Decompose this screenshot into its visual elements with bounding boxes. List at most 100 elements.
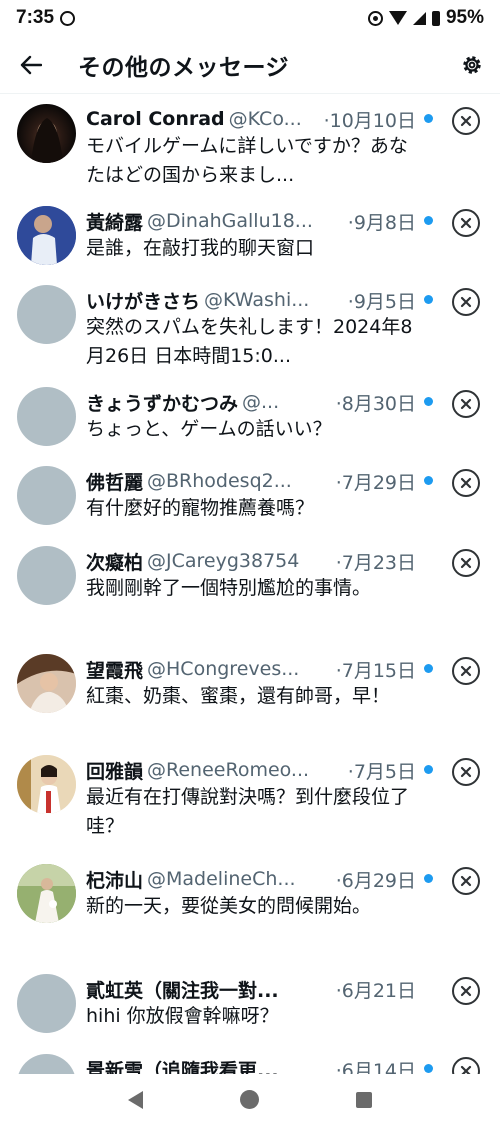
message-date: ·10月10日 bbox=[323, 109, 416, 132]
avatar-placeholder bbox=[17, 466, 76, 525]
close-icon bbox=[460, 296, 472, 308]
sender-name: 次癡柏 bbox=[86, 551, 144, 574]
message-row[interactable]: 貳虹英（關注我一對... ·6月21日 hihi 你放假會幹嘛呀？ bbox=[0, 964, 500, 1044]
dismiss-button[interactable] bbox=[452, 758, 480, 786]
avatar-photo bbox=[17, 864, 76, 923]
avatar-placeholder bbox=[17, 974, 76, 1033]
sender-handle: @KWashi... bbox=[204, 289, 310, 311]
back-arrow-icon bbox=[20, 55, 42, 74]
avatar-placeholder bbox=[17, 387, 76, 446]
message-row[interactable]: 望霞飛 @HCongreves... ·7月15日 紅棗、奶棗、蜜棗，還有帥哥，… bbox=[0, 644, 500, 745]
dismiss-button[interactable] bbox=[452, 209, 480, 237]
nav-recents-icon[interactable] bbox=[355, 1091, 372, 1108]
dismiss-button[interactable] bbox=[452, 288, 480, 316]
message-preview: 突然のスパムを失礼します！2024年8月26日 日本時間15:0... bbox=[86, 316, 413, 367]
nav-back-icon[interactable] bbox=[128, 1090, 144, 1109]
system-nav-bar bbox=[0, 1074, 500, 1125]
message-date: ·6月14日 bbox=[335, 1059, 416, 1075]
unread-dot bbox=[424, 114, 433, 123]
signal-icon bbox=[412, 11, 426, 25]
unread-dot bbox=[424, 664, 433, 673]
sender-handle: @MadelineCh... bbox=[147, 868, 296, 890]
message-preview: 最近有在打傳說對決嗎？到什麼段位了哇？ bbox=[86, 786, 410, 837]
message-request-list[interactable]: Carol Conrad @KCo... ·10月10日 モバイルゲームに詳しい… bbox=[0, 94, 500, 1074]
sender-handle: @BRhodesq2... bbox=[147, 470, 292, 492]
sender-handle: @HCongreves... bbox=[147, 658, 300, 680]
unread-dot bbox=[424, 216, 433, 225]
back-button[interactable] bbox=[0, 36, 62, 94]
dismiss-button[interactable] bbox=[452, 469, 480, 497]
row-header: 貳虹英（關注我一對... ·6月21日 bbox=[86, 976, 416, 1002]
unread-dot bbox=[424, 295, 433, 304]
message-row[interactable]: 杞沛山 @MadelineCh... ·6月29日 新的一天，要從美女的問候開始… bbox=[0, 854, 500, 964]
avatar bbox=[17, 864, 76, 923]
dismiss-button[interactable] bbox=[452, 1057, 480, 1074]
dismiss-button[interactable] bbox=[452, 107, 480, 135]
message-row[interactable]: 次癡柏 @JCareyg38754 ·7月23日 我剛剛幹了一個特別尷尬的事情。 bbox=[0, 536, 500, 644]
row-header: 杞沛山 @MadelineCh... ·6月29日 bbox=[86, 866, 416, 892]
sender-name: 黃綺露 bbox=[86, 211, 144, 234]
unread-dot bbox=[424, 1064, 433, 1073]
close-icon bbox=[460, 875, 472, 887]
sender-handle: @ReneeRomeo... bbox=[147, 759, 310, 781]
message-preview: 我剛剛幹了一個特別尷尬的事情。 bbox=[86, 577, 372, 599]
avatar-photo bbox=[31, 118, 63, 163]
dismiss-button[interactable] bbox=[452, 657, 480, 685]
alarm-icon bbox=[60, 10, 76, 26]
sender-name: 回雅韻 bbox=[86, 760, 144, 783]
message-date: ·9月5日 bbox=[347, 290, 416, 313]
row-header: Carol Conrad @KCo... ·10月10日 bbox=[86, 106, 416, 132]
sender-handle: @... bbox=[242, 391, 280, 413]
avatar bbox=[17, 1054, 76, 1074]
sender-name: 景新雪（追隨我看更... bbox=[86, 1059, 279, 1075]
message-row[interactable]: 佛哲麗 @BRhodesq2... ·7月29日 有什麼好的寵物推薦養嗎？ bbox=[0, 456, 500, 536]
sender-name: きょうずかむつみ bbox=[86, 392, 239, 415]
gear-icon bbox=[463, 55, 481, 74]
avatar bbox=[17, 104, 76, 163]
sender-name: 貳虹英（關注我一對... bbox=[86, 979, 279, 1002]
dismiss-button[interactable] bbox=[452, 549, 480, 577]
avatar bbox=[17, 654, 76, 713]
row-header: きょうずかむつみ @... ·8月30日 bbox=[86, 389, 416, 415]
sender-handle: @DinahGallu18... bbox=[147, 210, 313, 232]
close-icon bbox=[460, 115, 472, 127]
message-row[interactable]: 黃綺露 @DinahGallu18... ·9月8日 是誰，在敲打我的聊天窗口 bbox=[0, 196, 500, 275]
close-icon bbox=[460, 557, 472, 569]
unread-dot bbox=[424, 874, 433, 883]
dismiss-button[interactable] bbox=[452, 977, 480, 1005]
avatar bbox=[17, 755, 76, 814]
avatar bbox=[17, 206, 76, 265]
message-row[interactable]: いけがきさち @KWashi... ·9月5日 突然のスパムを失礼します！202… bbox=[0, 275, 500, 377]
message-row[interactable]: 景新雪（追隨我看更... ·6月14日 bbox=[0, 1044, 500, 1074]
settings-button[interactable] bbox=[444, 36, 500, 94]
message-preview: hihi 你放假會幹嘛呀？ bbox=[86, 1005, 279, 1027]
close-icon bbox=[460, 766, 472, 778]
close-icon bbox=[460, 477, 472, 489]
nav-home-icon[interactable] bbox=[239, 1090, 259, 1109]
message-row[interactable]: 回雅韻 @ReneeRomeo... ·7月5日 最近有在打傳說對決嗎？到什麼段… bbox=[0, 745, 500, 854]
avatar-photo bbox=[17, 755, 76, 814]
unread-dot bbox=[424, 397, 433, 406]
app-header: その他のメッセージ bbox=[0, 36, 500, 94]
data-saver-icon bbox=[367, 10, 383, 26]
message-date: ·7月5日 bbox=[347, 760, 416, 783]
dismiss-button[interactable] bbox=[452, 390, 480, 418]
battery-percent: 95% bbox=[445, 7, 484, 28]
avatar-photo bbox=[17, 1054, 76, 1074]
message-row[interactable]: Carol Conrad @KCo... ·10月10日 モバイルゲームに詳しい… bbox=[0, 94, 500, 196]
message-preview: 紅棗、奶棗、蜜棗，還有帥哥，早！ bbox=[86, 685, 391, 707]
avatar-placeholder bbox=[17, 285, 76, 344]
sender-name: いけがきさち bbox=[86, 290, 201, 313]
row-header: 黃綺露 @DinahGallu18... ·9月8日 bbox=[86, 208, 416, 234]
message-date: ·8月30日 bbox=[335, 392, 416, 415]
unread-dot bbox=[424, 476, 433, 485]
status-bar: 7:35 95% bbox=[0, 0, 500, 36]
message-date: ·6月21日 bbox=[335, 979, 416, 1002]
dismiss-button[interactable] bbox=[452, 867, 480, 895]
row-header: 景新雪（追隨我看更... ·6月14日 bbox=[86, 1056, 416, 1075]
wifi-icon bbox=[388, 11, 407, 25]
close-icon bbox=[460, 985, 472, 997]
avatar-photo bbox=[17, 654, 76, 713]
row-header: 望霞飛 @HCongreves... ·7月15日 bbox=[86, 656, 416, 682]
message-row[interactable]: きょうずかむつみ @... ·8月30日 ちょっと、ゲームの話いい？ bbox=[0, 377, 500, 456]
